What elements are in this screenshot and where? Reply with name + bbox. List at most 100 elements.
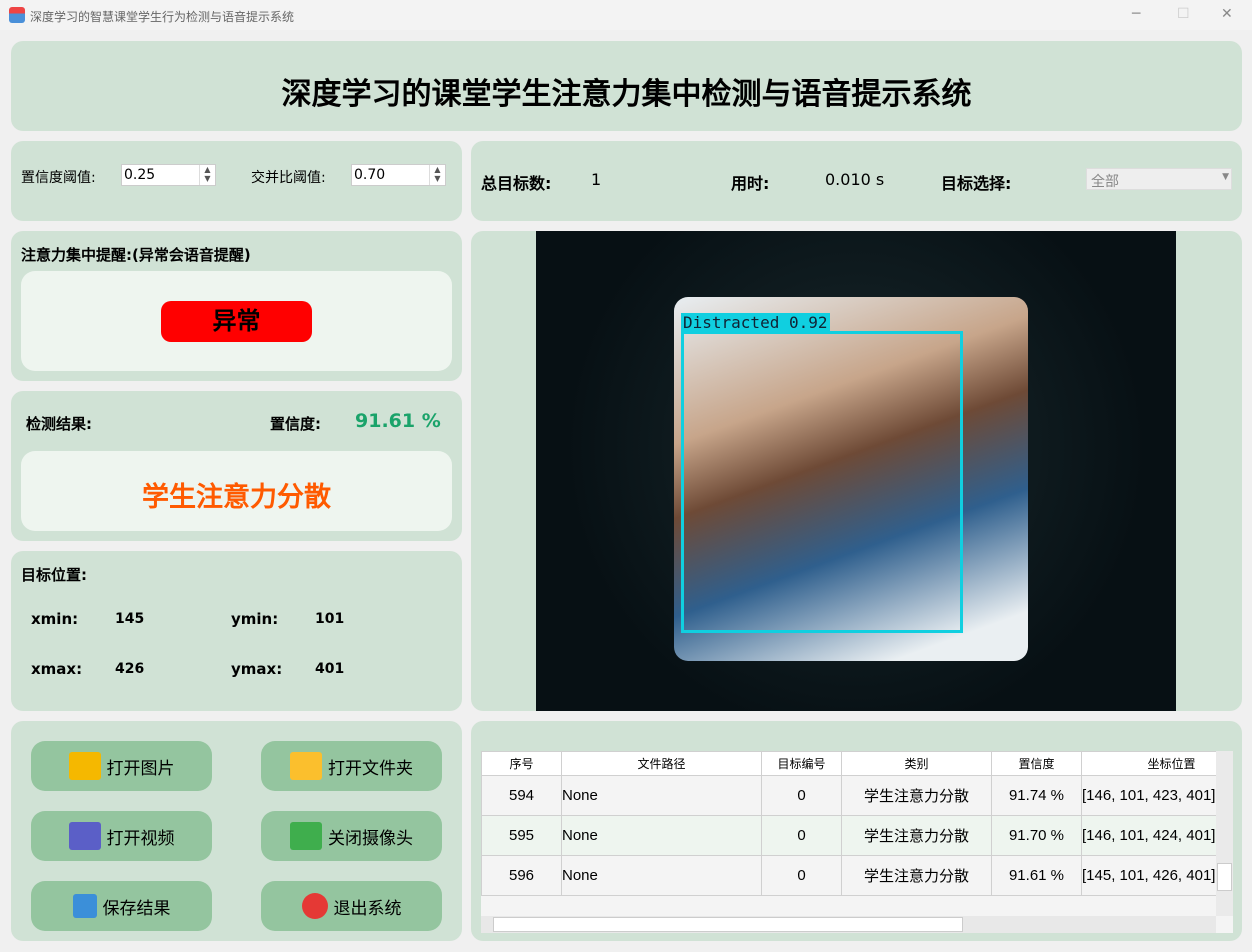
- chevron-down-icon: ▼: [1222, 172, 1229, 182]
- exit-button[interactable]: 退出系统: [261, 881, 442, 931]
- detection-label: Distracted 0.92: [681, 313, 830, 332]
- detection-image: Distracted 0.92: [536, 231, 1176, 711]
- select-label: 目标选择:: [941, 174, 1012, 193]
- table-header: 序号 文件路径 目标编号 类别 置信度 坐标位置: [481, 751, 1233, 776]
- camera-icon: [290, 822, 322, 850]
- table-row[interactable]: 594 None 0 学生注意力分散 91.74 % [146, 101, 423, 40…: [481, 775, 1233, 816]
- params-panel: 置信度阈值: 0.25 ▲ ▼ 交并比阈值: 0.70 ▲ ▼: [11, 141, 462, 221]
- xmax-label: xmax:: [31, 660, 83, 678]
- alert-status-badge: 异常: [161, 301, 312, 342]
- results-table[interactable]: 593None0学生注意力分散92.06 %[145, 100, 424, 40…: [481, 751, 1233, 933]
- iou-value: 0.70: [354, 167, 386, 183]
- ymax-label: ymax:: [231, 660, 283, 678]
- video-icon: [68, 822, 101, 850]
- ymin-value: 101: [315, 611, 345, 627]
- open-folder-button[interactable]: 打开文件夹: [261, 741, 442, 791]
- table-cell: 91.74 %: [991, 775, 1082, 816]
- table-row[interactable]: 595 None 0 学生注意力分散 91.70 % [146, 101, 424, 40…: [481, 815, 1233, 856]
- column-header[interactable]: 类别: [841, 751, 992, 776]
- xmin-value: 145: [115, 611, 145, 627]
- column-header[interactable]: 目标编号: [761, 751, 842, 776]
- table-cell: 594: [481, 775, 562, 816]
- ymin-label: ymin:: [231, 610, 279, 628]
- confidence-value: 91.61 %: [355, 410, 441, 432]
- header-panel: 深度学习的课堂学生注意力集中检测与语音提示系统: [11, 41, 1242, 131]
- time-label: 用时:: [731, 174, 770, 193]
- table-cell: 学生注意力分散: [841, 855, 992, 896]
- result-label: 检测结果:: [26, 415, 92, 433]
- table-cell: 596: [481, 855, 562, 896]
- table-cell: 学生注意力分散: [841, 815, 992, 856]
- alert-panel: 注意力集中提醒:(异常会语音提醒) 异常: [11, 231, 462, 381]
- xmax-value: 426: [115, 661, 145, 677]
- alert-label: 注意力集中提醒:(异常会语音提醒): [21, 246, 251, 264]
- open-folder-label: 打开文件夹: [328, 758, 413, 779]
- alert-box: 异常: [21, 271, 452, 371]
- table-cell: 91.70 %: [991, 815, 1082, 856]
- close-camera-button[interactable]: 关闭摄像头: [261, 811, 442, 861]
- open-video-button[interactable]: 打开视频: [31, 811, 212, 861]
- folder-icon: [290, 752, 322, 780]
- page-title: 深度学习的课堂学生注意力集中检测与语音提示系统: [281, 77, 972, 112]
- column-header[interactable]: 序号: [481, 751, 562, 776]
- save-button[interactable]: 保存结果: [31, 881, 212, 931]
- ymax-value: 401: [315, 661, 345, 677]
- spin-arrows-icon[interactable]: ▲ ▼: [429, 165, 445, 185]
- iou-spinbox[interactable]: 0.70 ▲ ▼: [351, 164, 446, 186]
- spin-arrows-icon[interactable]: ▲ ▼: [199, 165, 215, 185]
- app-icon: [9, 7, 25, 23]
- close-camera-label: 关闭摄像头: [328, 828, 413, 849]
- open-image-button[interactable]: 打开图片: [31, 741, 212, 791]
- position-label: 目标位置:: [21, 566, 87, 584]
- table-cell: None: [561, 815, 762, 856]
- table-cell: 学生注意力分散: [841, 775, 992, 816]
- open-image-label: 打开图片: [106, 758, 175, 779]
- close-button[interactable]: ✕: [1221, 6, 1233, 22]
- table-cell: 0: [761, 855, 842, 896]
- image-icon: [68, 752, 101, 780]
- maximize-button[interactable]: ☐: [1177, 6, 1190, 22]
- stats-panel: 总目标数: 1 用时: 0.010 s 目标选择: 全部 ▼: [471, 141, 1242, 221]
- h-scroll-thumb[interactable]: [493, 917, 963, 932]
- table-cell: [145, 101, 426, 401]: [1081, 855, 1233, 896]
- result-panel: 检测结果: 置信度: 91.61 % 学生注意力分散: [11, 391, 462, 541]
- column-header[interactable]: 坐标位置: [1081, 751, 1233, 776]
- position-panel: 目标位置: xmin: 145 ymin: 101 xmax: 426 ymax…: [11, 551, 462, 711]
- power-icon: [301, 893, 328, 919]
- table-cell: None: [561, 855, 762, 896]
- table-cell: None: [561, 775, 762, 816]
- table-panel: 593None0学生注意力分散92.06 %[145, 100, 424, 40…: [471, 721, 1242, 941]
- result-class: 学生注意力分散: [142, 482, 331, 513]
- horizontal-scrollbar[interactable]: [481, 916, 1216, 933]
- total-label: 总目标数:: [481, 174, 552, 193]
- total-value: 1: [591, 170, 602, 189]
- save-label: 保存结果: [102, 898, 171, 919]
- table-cell: 0: [761, 815, 842, 856]
- scroll-thumb[interactable]: [1217, 863, 1232, 891]
- exit-label: 退出系统: [333, 898, 402, 919]
- target-select-value: 全部: [1091, 174, 1119, 190]
- table-cell: [146, 101, 423, 401]: [1081, 775, 1233, 816]
- table-cell: 0: [761, 775, 842, 816]
- xmin-label: xmin:: [31, 610, 79, 628]
- confidence-label: 置信度:: [270, 415, 321, 433]
- column-header[interactable]: 文件路径: [561, 751, 762, 776]
- image-panel: Distracted 0.92: [471, 231, 1242, 711]
- table-cell: 91.61 %: [991, 855, 1082, 896]
- table-row[interactable]: 596 None 0 学生注意力分散 91.61 % [145, 101, 426, 40…: [481, 855, 1233, 896]
- bounding-box: [681, 331, 963, 633]
- column-header[interactable]: 置信度: [991, 751, 1082, 776]
- conf-label: 置信度阈值:: [21, 170, 96, 186]
- conf-value: 0.25: [124, 167, 156, 183]
- save-icon: [72, 894, 97, 918]
- iou-label: 交并比阈值:: [251, 170, 326, 186]
- target-select[interactable]: 全部 ▼: [1086, 168, 1232, 190]
- result-box: 学生注意力分散: [21, 451, 452, 531]
- table-cell: 595: [481, 815, 562, 856]
- open-video-label: 打开视频: [106, 828, 175, 849]
- minimize-button[interactable]: ─: [1132, 6, 1140, 22]
- conf-spinbox[interactable]: 0.25 ▲ ▼: [121, 164, 216, 186]
- vertical-scrollbar[interactable]: [1216, 751, 1233, 916]
- table-cell: [146, 101, 424, 401]: [1081, 815, 1233, 856]
- buttons-panel: 打开图片 打开文件夹 打开视频 关闭摄像头 保存结果 退出系统: [11, 721, 462, 941]
